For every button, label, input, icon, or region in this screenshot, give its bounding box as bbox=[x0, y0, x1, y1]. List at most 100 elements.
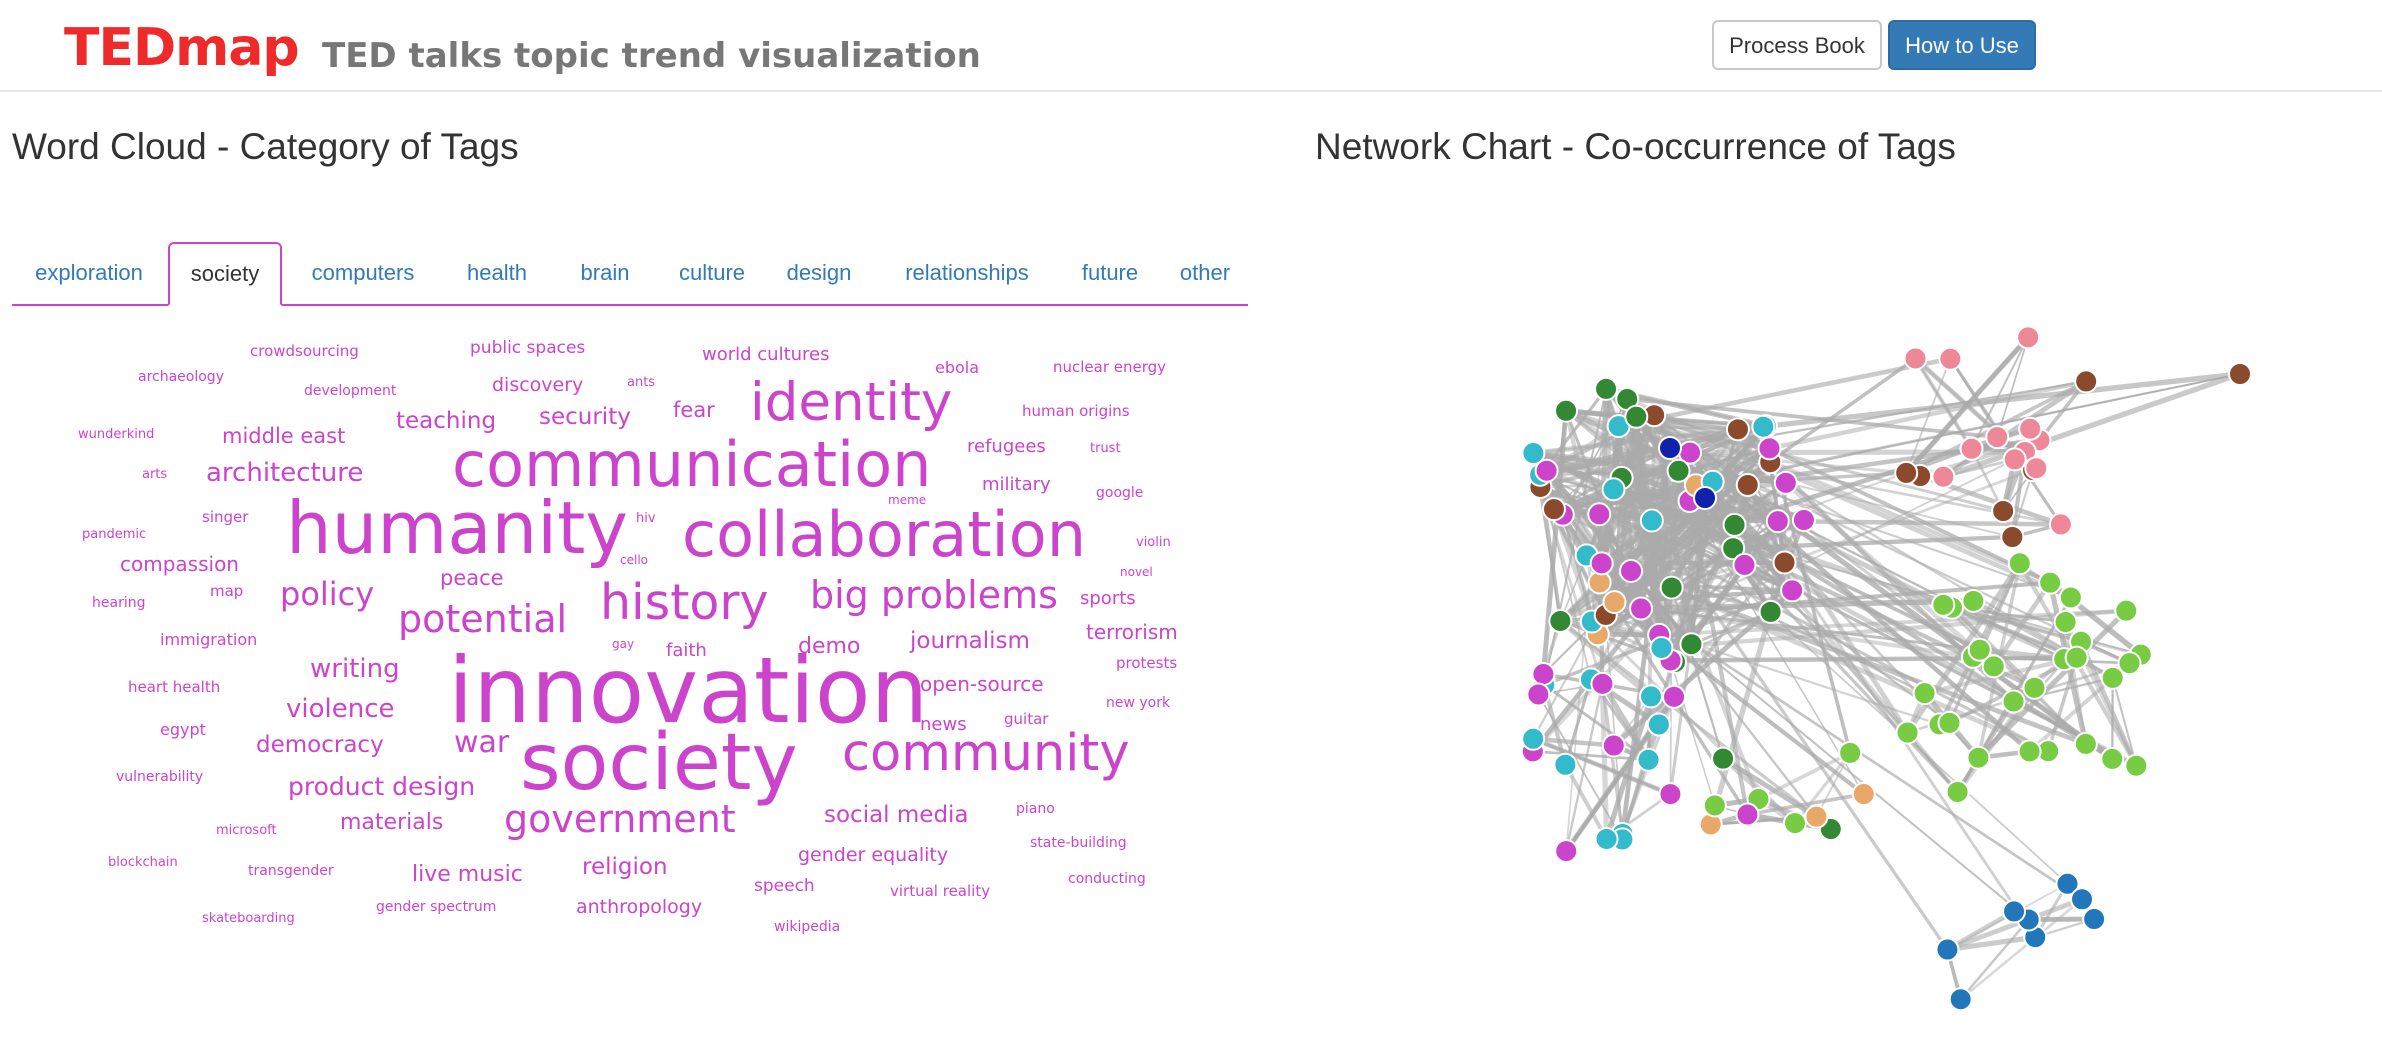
tab-health[interactable]: health bbox=[446, 242, 548, 304]
word[interactable]: blockchain bbox=[108, 856, 178, 869]
network-node[interactable] bbox=[1772, 550, 1797, 575]
word[interactable]: security bbox=[539, 406, 631, 429]
network-node[interactable] bbox=[1725, 417, 1750, 442]
word[interactable]: ants bbox=[627, 376, 655, 389]
word[interactable]: war bbox=[454, 728, 509, 758]
network-node[interactable] bbox=[1659, 575, 1684, 600]
network-node[interactable] bbox=[1937, 710, 1962, 735]
network-node[interactable] bbox=[1624, 404, 1649, 429]
network-node[interactable] bbox=[1991, 498, 2016, 523]
network-node[interactable] bbox=[1646, 712, 1671, 737]
network-node[interactable] bbox=[1985, 425, 2010, 450]
network-node[interactable] bbox=[1945, 779, 1970, 804]
network-node[interactable] bbox=[1804, 804, 1829, 829]
tab-brain[interactable]: brain bbox=[560, 242, 650, 304]
word[interactable]: discovery bbox=[492, 376, 583, 395]
word[interactable]: gender equality bbox=[798, 846, 948, 865]
word[interactable]: middle east bbox=[222, 426, 345, 447]
word[interactable]: heart health bbox=[128, 680, 220, 695]
network-node[interactable] bbox=[1791, 508, 1816, 533]
word[interactable]: singer bbox=[202, 510, 248, 525]
network-node[interactable] bbox=[1601, 733, 1626, 758]
network-node[interactable] bbox=[1966, 745, 1991, 770]
word[interactable]: terrorism bbox=[1086, 622, 1178, 642]
network-node[interactable] bbox=[1967, 637, 1992, 662]
tab-future[interactable]: future bbox=[1068, 242, 1152, 304]
word[interactable]: anthropology bbox=[576, 898, 702, 917]
network-chart[interactable] bbox=[1500, 270, 2340, 1050]
word[interactable]: refugees bbox=[967, 438, 1046, 456]
network-node[interactable] bbox=[2016, 325, 2041, 350]
word[interactable]: hearing bbox=[92, 596, 145, 610]
word[interactable]: materials bbox=[340, 812, 443, 834]
word[interactable]: identity bbox=[750, 376, 952, 429]
network-node[interactable] bbox=[2002, 899, 2027, 924]
network-node[interactable] bbox=[2058, 585, 2083, 610]
word[interactable]: world cultures bbox=[702, 346, 830, 364]
network-node[interactable] bbox=[1765, 509, 1790, 534]
network-node[interactable] bbox=[2018, 416, 2043, 441]
network-node[interactable] bbox=[1589, 551, 1614, 576]
network-node[interactable] bbox=[1758, 599, 1783, 624]
word[interactable]: public spaces bbox=[470, 340, 585, 357]
network-node[interactable] bbox=[1757, 436, 1782, 461]
network-node[interactable] bbox=[1639, 684, 1664, 709]
network-node[interactable] bbox=[1894, 460, 1919, 485]
word[interactable]: map bbox=[210, 584, 243, 599]
word[interactable]: pandemic bbox=[82, 528, 146, 541]
word[interactable]: wunderkind bbox=[78, 428, 154, 441]
word[interactable]: sports bbox=[1080, 590, 1136, 608]
network-node[interactable] bbox=[1679, 632, 1704, 657]
word[interactable]: trust bbox=[1090, 442, 1121, 455]
network-node[interactable] bbox=[2000, 525, 2025, 550]
network-node[interactable] bbox=[1601, 477, 1626, 502]
network-node[interactable] bbox=[1735, 802, 1760, 827]
network-node[interactable] bbox=[1636, 747, 1661, 772]
word[interactable]: writing bbox=[310, 656, 400, 682]
network-node[interactable] bbox=[2002, 447, 2027, 472]
word[interactable]: product design bbox=[288, 774, 475, 799]
network-node[interactable] bbox=[2073, 731, 2098, 756]
tab-design[interactable]: design bbox=[774, 242, 864, 304]
word[interactable]: speech bbox=[754, 878, 815, 895]
network-node[interactable] bbox=[1912, 681, 1937, 706]
network-node[interactable] bbox=[1639, 508, 1664, 533]
network-node[interactable] bbox=[2100, 746, 2125, 771]
tab-society[interactable]: society bbox=[168, 242, 282, 306]
network-node[interactable] bbox=[1602, 590, 1627, 615]
word[interactable]: google bbox=[1096, 486, 1143, 500]
word[interactable]: cello bbox=[620, 554, 648, 566]
word[interactable]: live music bbox=[412, 864, 523, 886]
word[interactable]: history bbox=[600, 578, 769, 627]
word[interactable]: humanity bbox=[286, 492, 628, 564]
word[interactable]: virtual reality bbox=[890, 884, 990, 899]
tab-other[interactable]: other bbox=[1162, 242, 1248, 304]
network-node[interactable] bbox=[1619, 558, 1644, 583]
network-node[interactable] bbox=[1541, 497, 1566, 522]
network-node[interactable] bbox=[1658, 782, 1683, 807]
network-node[interactable] bbox=[1662, 684, 1687, 709]
word[interactable]: microsoft bbox=[216, 824, 277, 837]
tab-relationships[interactable]: relationships bbox=[876, 242, 1058, 304]
network-node[interactable] bbox=[1702, 793, 1727, 818]
network-node[interactable] bbox=[1534, 458, 1559, 483]
word[interactable]: wikipedia bbox=[774, 920, 840, 934]
network-node[interactable] bbox=[2074, 369, 2099, 394]
word[interactable]: gender spectrum bbox=[376, 900, 496, 914]
network-node[interactable] bbox=[1553, 752, 1578, 777]
network-node[interactable] bbox=[2022, 675, 2047, 700]
word[interactable]: compassion bbox=[120, 554, 239, 574]
network-node[interactable] bbox=[1773, 470, 1798, 495]
word[interactable]: peace bbox=[440, 568, 504, 589]
word[interactable]: violin bbox=[1136, 536, 1171, 549]
network-node[interactable] bbox=[1526, 682, 1551, 707]
word[interactable]: protests bbox=[1116, 656, 1177, 671]
network-node[interactable] bbox=[1554, 839, 1579, 864]
word[interactable]: religion bbox=[582, 856, 668, 879]
network-node[interactable] bbox=[2070, 887, 2095, 912]
word[interactable]: development bbox=[304, 384, 396, 398]
network-node[interactable] bbox=[1782, 811, 1807, 836]
word[interactable]: hiv bbox=[636, 512, 656, 525]
network-node[interactable] bbox=[1959, 436, 1984, 461]
network-node[interactable] bbox=[1732, 552, 1757, 577]
